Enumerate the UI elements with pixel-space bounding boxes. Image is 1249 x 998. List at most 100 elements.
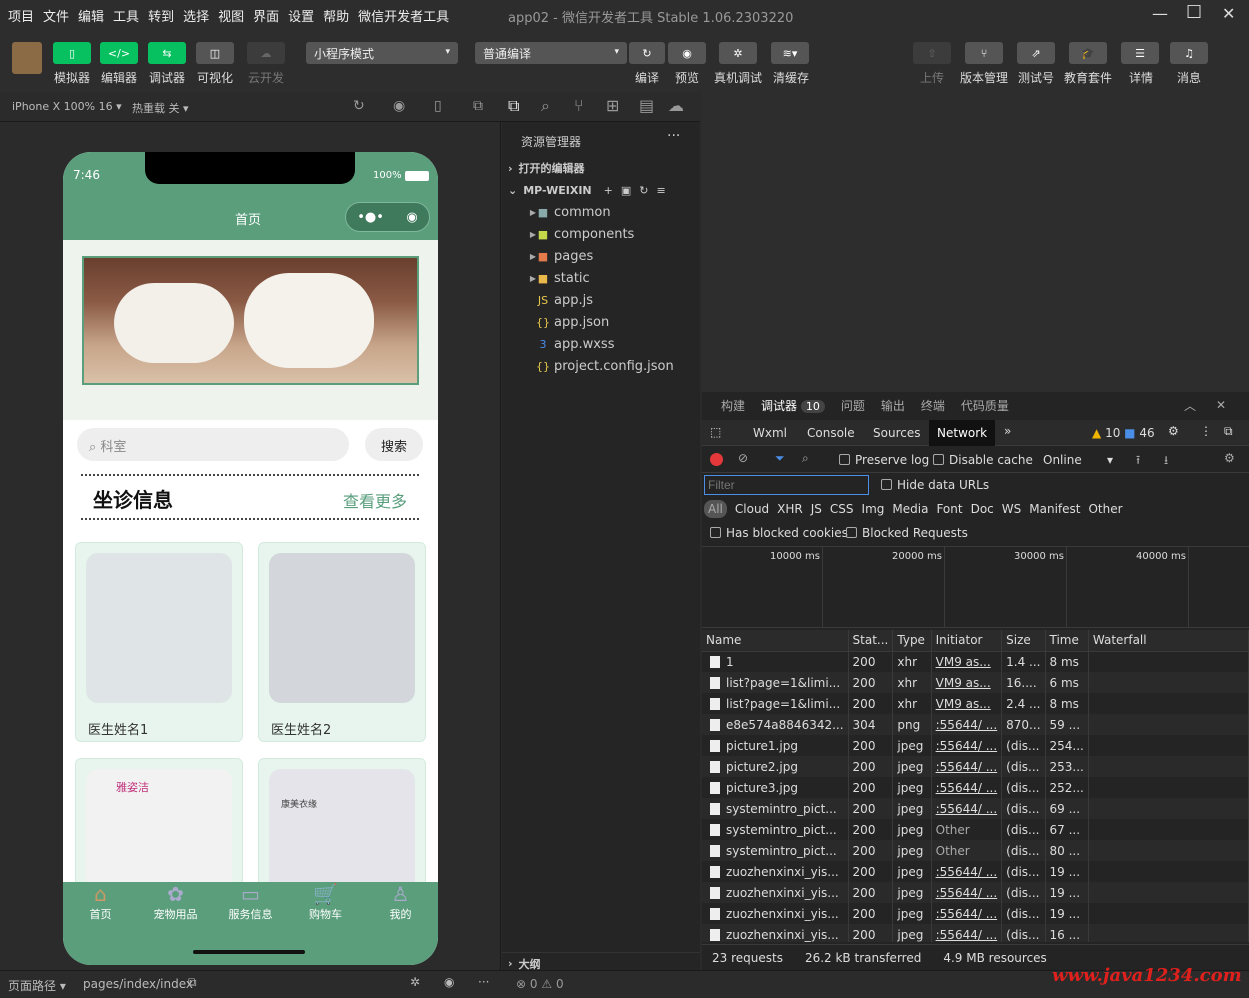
simulator-icon[interactable]: ▯ [53,42,91,64]
tree-item-components[interactable]: ▶ ■ components [502,223,700,245]
minimize-icon[interactable]: — [1152,4,1168,23]
blocked-requests-checkbox[interactable]: Blocked Requests [846,526,968,540]
table-row[interactable]: zuozhenxinxi_yis... 200 jpeg:55644/ ... (di… [702,861,1249,882]
close-icon[interactable]: ✕ [1222,4,1235,23]
doctor-card[interactable]: 医生姓名1 [75,542,243,742]
preserve-log-checkbox[interactable]: Preserve log [839,453,929,467]
layers-icon[interactable]: ≋▾ [771,42,809,64]
tab-cart[interactable]: 🛒 购物车 [288,882,363,922]
editor-button[interactable]: 编辑器 [101,69,137,86]
extensions-icon[interactable]: ⊞ [606,96,619,115]
cell-initiator[interactable]: VM9 as... [931,693,1003,714]
type-filter-all[interactable]: All [704,500,727,518]
cell-initiator[interactable]: Other [931,840,1003,861]
type-filter-cloud[interactable]: Cloud [735,502,769,516]
visual-icon[interactable]: ◫ [196,42,234,64]
popout-icon[interactable]: ⧉ [473,98,483,114]
col-initiator[interactable]: Initiator [931,630,1003,651]
avatar[interactable] [12,42,42,74]
hot-reload-select[interactable]: 热重载 关 ▾ [132,100,189,116]
eye-icon[interactable]: ◉ [444,975,454,989]
mode-select[interactable]: 小程序模式 [306,42,458,64]
panel-network[interactable]: Network [929,420,996,446]
disable-cache-checkbox[interactable]: Disable cache [933,453,1033,467]
type-filter-xhr[interactable]: XHR [777,502,803,516]
tree-item-app-json[interactable]: {} app.json [502,311,700,333]
cell-initiator[interactable]: :55644/ ... [931,798,1003,819]
table-row[interactable]: 1 200 xhr VM9 as... 1.4 ... 8 ms [702,651,1249,672]
panel-sources[interactable]: Sources [873,426,920,440]
search-button[interactable]: 搜索 [365,428,423,461]
kebab-icon[interactable]: ⋮ [1200,424,1212,438]
col-status[interactable]: Stat... [848,630,894,651]
table-row[interactable]: systemintro_pict... 200 jpeg Other (dis... 67… [702,819,1249,840]
search-input[interactable]: ⌕ 科室 [77,428,349,461]
panel-console[interactable]: Console [807,426,855,440]
visual-button[interactable]: 可视化 [197,69,233,86]
doctor-card[interactable]: 雅姿洁 [75,758,243,919]
table-row[interactable]: picture1.jpg 200 jpeg:55644/ ... (dis... 254… [702,735,1249,756]
table-row[interactable]: list?page=1&limi... 200 xhr VM9 as... 16....… [702,672,1249,693]
external-link-icon[interactable]: ⇗ [1017,42,1055,64]
copy-icon[interactable]: ⧉ [188,975,197,990]
graduation-cap-icon[interactable]: 🎓 [1069,42,1107,64]
search-icon[interactable]: ⌕ [541,96,550,116]
capsule-menu[interactable]: •●• ◉ [345,202,430,232]
details-button[interactable]: 详情 [1129,69,1153,86]
cell-initiator[interactable]: :55644/ ... [931,924,1003,942]
filter-icon[interactable]: ⏷ [775,451,785,466]
stop-icon[interactable]: ◉ [393,98,405,114]
has-blocked-cookies-checkbox[interactable]: Has blocked cookies [710,526,848,540]
tab-code-quality[interactable]: 代码质量 [961,397,1009,414]
more-panels-icon[interactable]: » [1004,424,1011,438]
maximize-icon[interactable]: ☐ [1186,2,1202,23]
menu-select[interactable]: 选择 [183,6,209,25]
bug-icon[interactable]: ✲ [719,42,757,64]
message-count[interactable]: 46 [1139,426,1154,440]
table-row[interactable]: systemintro_pict... 200 jpeg Other (dis... 80… [702,840,1249,861]
filter-input[interactable] [704,475,869,495]
inspect-icon[interactable]: ⬚ [710,425,721,439]
cell-initiator[interactable]: Other [931,819,1003,840]
settings-icon[interactable]: ⚙ [1224,451,1235,465]
tab-home[interactable]: ⌂ 首页 [63,882,138,922]
banner-image[interactable] [82,256,419,385]
col-time[interactable]: Time [1045,630,1089,651]
refresh-icon[interactable]: ↻ [353,98,365,114]
branch-icon[interactable]: ⑂ [965,42,1003,64]
cell-initiator[interactable]: VM9 as... [931,672,1003,693]
preview-icon[interactable]: ◉ [668,42,706,64]
close-circle-icon[interactable]: ◉ [406,210,417,225]
cell-initiator[interactable]: :55644/ ... [931,882,1003,903]
menu-help[interactable]: 帮助 [323,6,349,25]
menu-settings[interactable]: 设置 [288,6,314,25]
cell-initiator[interactable]: :55644/ ... [931,903,1003,924]
tree-item-common[interactable]: ▶ ■ common [502,201,700,223]
menu-interface[interactable]: 界面 [253,6,279,25]
debugger-button[interactable]: 调试器 [149,69,185,86]
save-icon[interactable]: ▤ [639,96,654,115]
tree-item-static[interactable]: ▶ ■ static [502,267,700,289]
menu-lines-icon[interactable]: ☰ [1121,42,1159,64]
more-icon[interactable]: ··· [478,975,489,989]
docker-icon[interactable]: ☁ [668,96,684,115]
bug-icon[interactable]: ✲ [410,975,420,989]
col-type[interactable]: Type [892,630,932,651]
tree-item-app-js[interactable]: JS app.js [502,289,700,311]
project-actions-icons[interactable]: +▣↻≡ [604,184,674,197]
table-row[interactable]: picture2.jpg 200 jpeg:55644/ ... (dis... 253… [702,756,1249,777]
cell-initiator[interactable]: :55644/ ... [931,777,1003,798]
table-row[interactable]: e8e574a8846342... 304 png:55644/ ... 870...… [702,714,1249,735]
tab-problems[interactable]: 问题 [841,397,865,414]
cell-initiator[interactable]: :55644/ ... [931,714,1003,735]
menu-edit[interactable]: 编辑 [78,6,104,25]
editor-icon[interactable]: </> [100,42,138,64]
bell-icon[interactable]: ♫ [1170,42,1208,64]
menu-view[interactable]: 视图 [218,6,244,25]
compile-icon[interactable]: ↻ [629,42,665,64]
type-filter-ws[interactable]: WS [1002,502,1021,516]
edu-button[interactable]: 教育套件 [1064,69,1112,86]
warning-count[interactable]: 10 [1105,426,1120,440]
type-filter-font[interactable]: Font [936,502,962,516]
clear-icon[interactable]: ⊘ [738,451,748,465]
